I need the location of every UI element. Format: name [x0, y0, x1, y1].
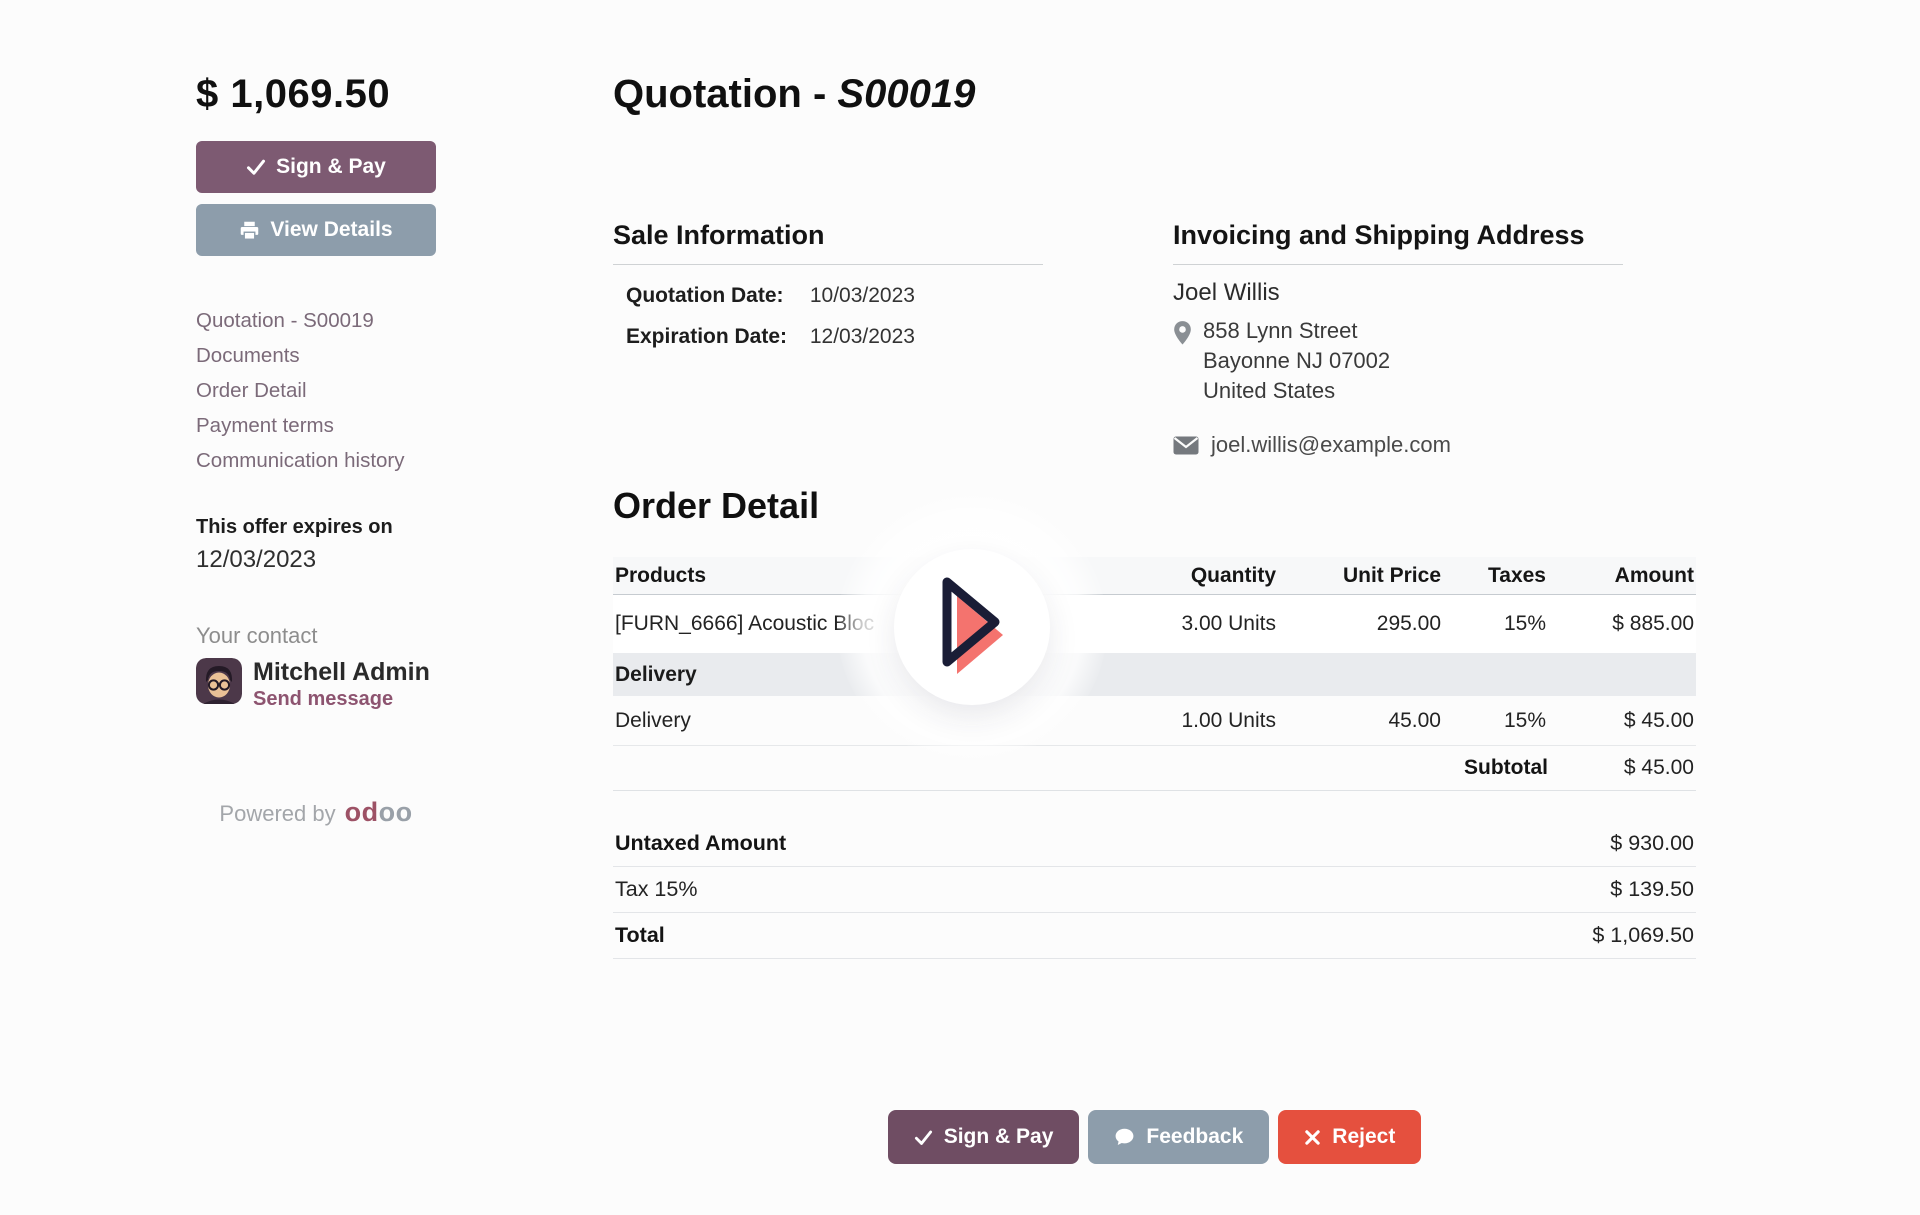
location-pin-icon: [1173, 320, 1192, 346]
sign-pay-button[interactable]: Sign & Pay: [196, 141, 436, 193]
odoo-logo: odoo: [345, 797, 413, 828]
order-table-header: Products Quantity Unit Price Taxes Amoun…: [613, 557, 1696, 595]
expiration-date-label: Expiration Date:: [626, 316, 804, 357]
contact-block: Your contact Mitchell Admin Send message: [196, 623, 436, 711]
address-country: United States: [1203, 376, 1390, 406]
sidebar-item-communication-history[interactable]: Communication history: [196, 443, 436, 478]
offer-expiry: This offer expires on 12/03/2023: [196, 516, 436, 574]
col-amount: Amount: [1548, 564, 1696, 588]
product-taxes: 15%: [1443, 612, 1548, 636]
quotation-date-row: Quotation Date: 10/03/2023: [626, 275, 1043, 316]
check-icon: [914, 1128, 933, 1147]
sale-information-heading: Sale Information: [613, 220, 1043, 265]
order-detail-heading: Order Detail: [613, 485, 819, 527]
untaxed-amount-label: Untaxed Amount: [615, 831, 786, 856]
delivery-name: Delivery: [613, 709, 1113, 733]
contact-label: Your contact: [196, 623, 436, 649]
offer-expiry-date: 12/03/2023: [196, 546, 436, 574]
sidebar: $ 1,069.50 Sign & Pay View Details Quota…: [196, 72, 436, 828]
customer-name: Joel Willis: [1173, 279, 1623, 307]
page-title: Quotation - S00019: [613, 72, 975, 117]
chat-bubble-icon: [1114, 1127, 1135, 1148]
sale-information-section: Sale Information Quotation Date: 10/03/2…: [613, 220, 1043, 357]
expiration-date-value: 12/03/2023: [810, 325, 915, 348]
check-icon: [246, 157, 266, 177]
expiration-date-row: Expiration Date: 12/03/2023: [626, 316, 1043, 357]
col-unit-price: Unit Price: [1278, 564, 1443, 588]
tax-label: Tax 15%: [615, 877, 697, 902]
sidebar-item-order-detail[interactable]: Order Detail: [196, 373, 436, 408]
tax-row: Tax 15% $ 139.50: [613, 867, 1696, 913]
total-row: Total $ 1,069.50: [613, 913, 1696, 959]
address-section: Invoicing and Shipping Address Joel Will…: [1173, 220, 1623, 458]
subtotal-value: $ 45.00: [1548, 756, 1696, 780]
sidebar-nav: Quotation - S00019 Documents Order Detai…: [196, 303, 436, 478]
table-row-subtotal: Subtotal $ 45.00: [613, 746, 1696, 791]
page-title-number: S00019: [837, 72, 975, 116]
col-taxes: Taxes: [1443, 564, 1548, 588]
quotation-date-value: 10/03/2023: [810, 284, 915, 307]
sidebar-item-payment-terms[interactable]: Payment terms: [196, 408, 436, 443]
delivery-taxes: 15%: [1443, 709, 1548, 733]
untaxed-amount-row: Untaxed Amount $ 930.00: [613, 821, 1696, 867]
customer-email-link[interactable]: joel.willis@example.com: [1211, 432, 1451, 458]
powered-by: Powered by odoo: [196, 797, 436, 828]
quotation-date-label: Quotation Date:: [626, 275, 804, 316]
page-title-prefix: Quotation -: [613, 72, 837, 116]
untaxed-amount-value: $ 930.00: [1610, 831, 1694, 856]
contact-name: Mitchell Admin: [253, 658, 430, 686]
product-unit-price: 295.00: [1278, 612, 1443, 636]
footer-reject-label: Reject: [1332, 1125, 1395, 1149]
subtotal-label: Subtotal: [1464, 756, 1548, 780]
address-city: Bayonne NJ 07002: [1203, 346, 1390, 376]
table-section-delivery: Delivery: [613, 653, 1696, 696]
printer-icon: [239, 220, 260, 241]
footer-feedback-button[interactable]: Feedback: [1088, 1110, 1269, 1164]
offer-expiry-label: This offer expires on: [196, 516, 436, 539]
footer-sign-pay-label: Sign & Pay: [944, 1125, 1054, 1149]
address-heading: Invoicing and Shipping Address: [1173, 220, 1623, 265]
totals-table: Untaxed Amount $ 930.00 Tax 15% $ 139.50…: [613, 821, 1696, 959]
col-quantity: Quantity: [1113, 564, 1278, 588]
send-message-link[interactable]: Send message: [253, 688, 393, 711]
tax-value: $ 139.50: [1610, 877, 1694, 902]
powered-by-label: Powered by: [219, 801, 335, 827]
envelope-icon: [1173, 436, 1199, 455]
x-icon: [1304, 1129, 1321, 1146]
col-products: Products: [613, 564, 1113, 588]
address-street: 858 Lynn Street: [1203, 316, 1390, 346]
table-row-product: [FURN_6666] Acoustic Bloc 3.00 Units 295…: [613, 595, 1696, 653]
address-lines: 858 Lynn Street Bayonne NJ 07002 United …: [1203, 316, 1390, 406]
delivery-amount: $ 45.00: [1548, 709, 1696, 733]
avatar: [196, 658, 242, 704]
total-amount: $ 1,069.50: [196, 72, 436, 117]
sign-pay-label: Sign & Pay: [276, 155, 386, 179]
delivery-unit-price: 45.00: [1278, 709, 1443, 733]
product-amount: $ 885.00: [1548, 612, 1696, 636]
sidebar-item-quotation[interactable]: Quotation - S00019: [196, 303, 436, 338]
table-row-delivery: Delivery 1.00 Units 45.00 15% $ 45.00: [613, 696, 1696, 746]
sidebar-item-documents[interactable]: Documents: [196, 338, 436, 373]
play-icon: [936, 575, 1008, 679]
footer-actions: Sign & Pay Feedback Reject: [613, 1110, 1696, 1164]
total-value: $ 1,069.50: [1592, 923, 1694, 948]
product-quantity: 3.00 Units: [1113, 612, 1278, 636]
footer-reject-button[interactable]: Reject: [1278, 1110, 1421, 1164]
total-label: Total: [615, 923, 665, 948]
order-table: Products Quantity Unit Price Taxes Amoun…: [613, 557, 1696, 791]
video-play-button[interactable]: [894, 549, 1050, 705]
footer-sign-pay-button[interactable]: Sign & Pay: [888, 1110, 1080, 1164]
delivery-quantity: 1.00 Units: [1113, 709, 1278, 733]
quotation-document: Quotation - S00019 Sale Information Quot…: [613, 72, 1696, 1172]
footer-feedback-label: Feedback: [1146, 1125, 1243, 1149]
view-details-button[interactable]: View Details: [196, 204, 436, 256]
view-details-label: View Details: [270, 218, 392, 242]
